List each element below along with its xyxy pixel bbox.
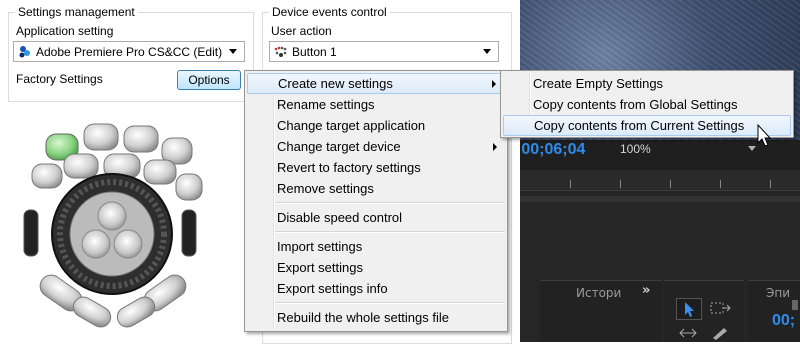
video-editor-panel: ;00;06;04 100% Истори » Эпи 00;	[520, 0, 800, 342]
application-setting-select[interactable]: Adobe Premiere Pro CS&CC (Edit)	[13, 41, 245, 62]
premiere-app-icon	[18, 45, 32, 59]
menu-item-rename-settings[interactable]: Rename settings	[247, 94, 505, 115]
menu-item-label: Change target application	[277, 118, 426, 133]
timecode-display[interactable]: ;00;06;04	[520, 141, 585, 159]
settings-management-title: Settings management	[15, 5, 138, 19]
controller-button-top[interactable]	[97, 201, 127, 231]
menu-item-label: Revert to factory settings	[277, 160, 421, 175]
chevron-down-icon	[229, 49, 237, 54]
device-button-icon	[274, 45, 288, 59]
submenu-arrow-icon	[493, 143, 497, 151]
menu-item-label: Remove settings	[277, 181, 374, 196]
factory-settings-label: Factory Settings	[16, 72, 103, 86]
menu-item-create-empty-settings[interactable]: Create Empty Settings	[503, 73, 791, 94]
ripple-edit-icon[interactable]	[678, 326, 698, 340]
menu-item-change-target-application[interactable]: Change target application	[247, 115, 505, 136]
user-action-label: User action	[271, 24, 332, 38]
device-key[interactable]	[31, 163, 63, 189]
menu-item-label: Rebuild the whole settings file	[277, 310, 449, 325]
history-tab[interactable]: Истори	[576, 286, 621, 300]
device-key[interactable]	[175, 173, 203, 201]
device-key[interactable]	[123, 125, 159, 153]
device-events-title: Device events control	[269, 5, 390, 19]
menu-item-label: Disable speed control	[277, 210, 403, 225]
panel-scrollbar[interactable]	[792, 300, 798, 310]
razor-tool-icon[interactable]	[710, 326, 730, 340]
create-new-settings-submenu: Create Empty Settings Copy contents from…	[500, 70, 794, 138]
submenu-arrow-icon	[492, 80, 496, 88]
menu-item-label: Import settings	[277, 239, 363, 254]
sequence-tab[interactable]: Эпи	[766, 286, 790, 300]
menu-separator	[275, 202, 505, 204]
zoom-chevron-down-icon[interactable]	[748, 146, 756, 151]
panel-expand-icon[interactable]: »	[642, 283, 650, 298]
zoom-select[interactable]: 100%	[620, 142, 651, 156]
menu-item-label: Rename settings	[277, 97, 375, 112]
menu-item-change-target-device[interactable]: Change target device	[247, 136, 505, 157]
menu-item-label: Copy contents from Current Settings	[534, 118, 745, 133]
mouse-cursor-icon	[757, 123, 773, 148]
menu-separator	[275, 231, 505, 233]
selection-tool-icon	[685, 302, 694, 317]
device-side-key-left[interactable]	[23, 209, 39, 257]
device-diagram	[12, 112, 227, 342]
menu-item-remove-settings[interactable]: Remove settings	[247, 178, 505, 199]
device-key[interactable]	[143, 159, 177, 185]
device-key[interactable]	[83, 123, 119, 151]
controller-button-left[interactable]	[81, 229, 111, 259]
user-action-value: Button 1	[292, 44, 337, 59]
menu-item-copy-global-settings[interactable]: Copy contents from Global Settings	[503, 94, 791, 115]
menu-item-label: Copy contents from Global Settings	[533, 97, 738, 112]
selection-tool-button[interactable]	[676, 298, 702, 320]
menu-item-revert-to-factory[interactable]: Revert to factory settings	[247, 157, 505, 178]
sequence-timecode: 00;	[772, 312, 796, 329]
device-key[interactable]	[63, 153, 99, 179]
menu-item-rebuild-settings-file[interactable]: Rebuild the whole settings file	[247, 307, 505, 328]
track-select-tool-icon	[710, 302, 731, 314]
menu-item-create-new-settings[interactable]: Create new settings	[247, 73, 505, 94]
chevron-down-icon	[483, 49, 491, 54]
menu-item-export-settings-info[interactable]: Export settings info	[247, 278, 505, 299]
menu-item-import-settings[interactable]: Import settings	[247, 236, 505, 257]
menu-item-label: Create new settings	[278, 76, 393, 91]
track-select-tool-button[interactable]	[708, 298, 734, 320]
user-action-select[interactable]: Button 1	[269, 41, 499, 62]
menu-item-copy-current-settings[interactable]: Copy contents from Current Settings	[503, 115, 791, 136]
scrollbar[interactable]	[520, 196, 800, 202]
menu-item-label: Export settings	[277, 260, 363, 275]
menu-item-label: Export settings info	[277, 281, 388, 296]
menu-separator	[275, 302, 505, 304]
application-setting-value: Adobe Premiere Pro CS&CC (Edit)	[36, 44, 223, 59]
menu-item-label: Change target device	[277, 139, 401, 154]
menu-item-label: Create Empty Settings	[533, 76, 664, 91]
options-context-menu: Create new settings Rename settings Chan…	[244, 70, 508, 332]
application-setting-label: Application setting	[16, 24, 114, 38]
menu-item-disable-speed-control[interactable]: Disable speed control	[247, 207, 505, 228]
menu-item-export-settings[interactable]: Export settings	[247, 257, 505, 278]
options-button[interactable]: Options	[177, 70, 241, 90]
device-side-key-right[interactable]	[181, 209, 197, 257]
time-ruler[interactable]	[520, 170, 800, 191]
controller-button-right[interactable]	[113, 229, 143, 259]
